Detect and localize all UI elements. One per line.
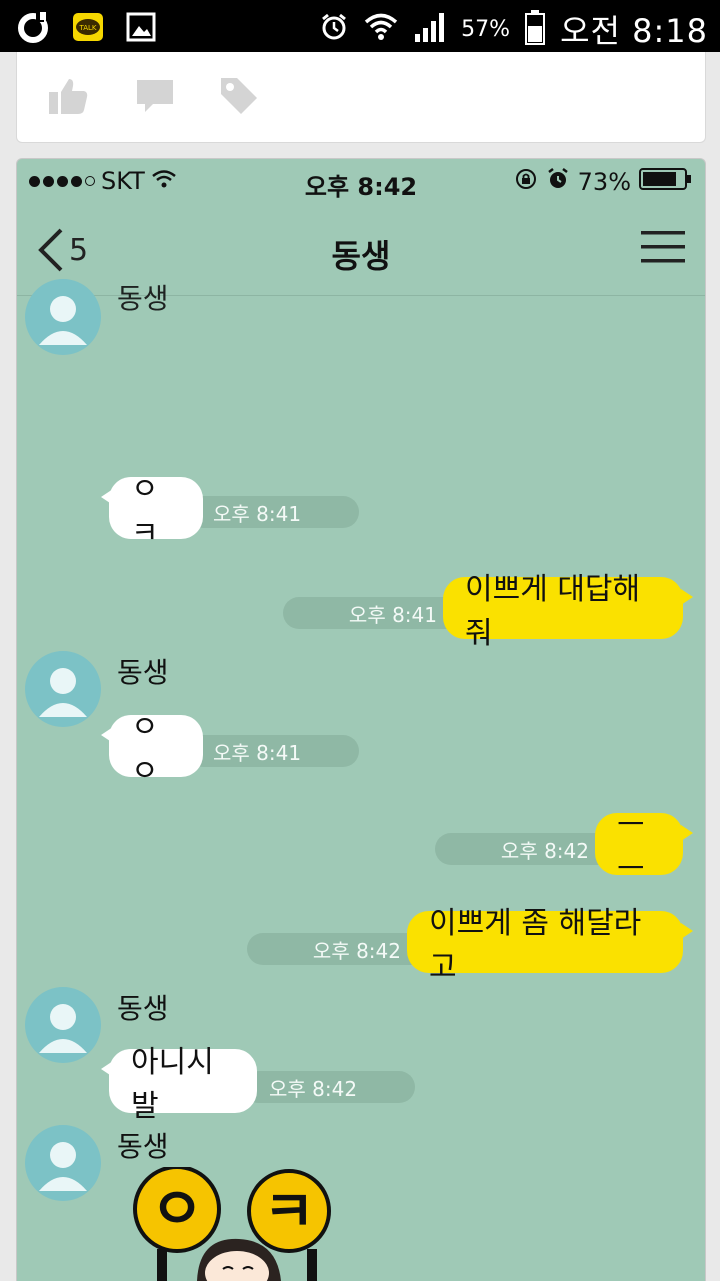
ok-sticker[interactable]: ㅇ ㅋ (127, 1165, 357, 1281)
post-action-card (16, 52, 706, 143)
outgoing-message-bubble[interactable]: 이쁘게 좀 해달라고 (407, 906, 693, 985)
avatar[interactable] (25, 279, 101, 355)
hamburger-menu-icon (641, 231, 685, 263)
message-time: 오후 8:42 (243, 1071, 415, 1103)
signal-icon (413, 10, 447, 48)
gallery-icon (126, 12, 156, 46)
chat-title: 동생 (331, 237, 391, 275)
avatar[interactable] (25, 1125, 101, 1201)
rotation-lock-icon (514, 167, 538, 197)
avatar[interactable] (25, 987, 101, 1063)
alarm-icon (319, 12, 349, 46)
message-time: 오후 8:41 (187, 496, 359, 528)
message-list: 동생 오후 8:41 ㅇㅋ 오후 8:41 이쁘게 대답해줘 동생 오후 8:4… (17, 279, 705, 1281)
message-time: 오후 8:41 (187, 735, 359, 767)
android-clock: 오전 8:18 (560, 12, 708, 50)
sender-name-cut: 동생 (117, 282, 169, 315)
android-status-bar: TALK 57% 오전 8:18 (0, 0, 720, 52)
default-profile-icon (39, 668, 87, 717)
message-time: 오후 8:42 (247, 933, 427, 965)
ios-status-bar: SKT 오후 8:42 73% (17, 159, 705, 203)
wifi-icon (363, 11, 399, 47)
message-time: 오후 8:42 (435, 833, 615, 865)
tag-icon[interactable] (219, 76, 259, 120)
outgoing-message-bubble[interactable]: 이쁘게 대답해줘 (443, 572, 693, 651)
thumbs-up-icon[interactable] (47, 76, 89, 120)
avatar[interactable] (25, 651, 101, 727)
ios-battery-percent: 73% (577, 168, 631, 196)
incoming-message-bubble[interactable]: 아니시발 (101, 1045, 257, 1124)
kakaotalk-icon: TALK (72, 12, 104, 46)
message-time: 오후 8:41 (283, 597, 463, 629)
alarm-icon (546, 167, 570, 197)
chat-screenshot: SKT 오후 8:42 73% 5 동생 동생 오후 8:41 ㅇㅋ 오후 8:… (16, 158, 706, 1281)
incoming-message-bubble[interactable]: ㅇㅋ (101, 472, 203, 551)
sender-name: 동생 (117, 992, 169, 1025)
olleh-icon (16, 10, 50, 48)
sender-name: 동생 (117, 656, 169, 689)
ok-sticker-illustration: ㅇ ㅋ (133, 1165, 331, 1281)
comment-icon[interactable] (135, 76, 175, 120)
outgoing-message-bubble[interactable]: ㅡㅡ (595, 808, 693, 887)
default-profile-icon (39, 296, 87, 345)
battery-icon (524, 9, 546, 49)
sender-name: 동생 (117, 1130, 169, 1163)
battery-icon (639, 167, 693, 197)
incoming-message-bubble[interactable]: ㅇㅇ (101, 710, 203, 789)
svg-text:TALK: TALK (78, 24, 96, 32)
default-profile-icon (39, 1142, 87, 1191)
menu-button[interactable] (639, 227, 687, 271)
sticker-letter: ㅋ (263, 1180, 315, 1245)
default-profile-icon (39, 1004, 87, 1053)
sticker-letter: ㅇ (150, 1175, 203, 1243)
battery-percent: 57% (461, 16, 511, 42)
